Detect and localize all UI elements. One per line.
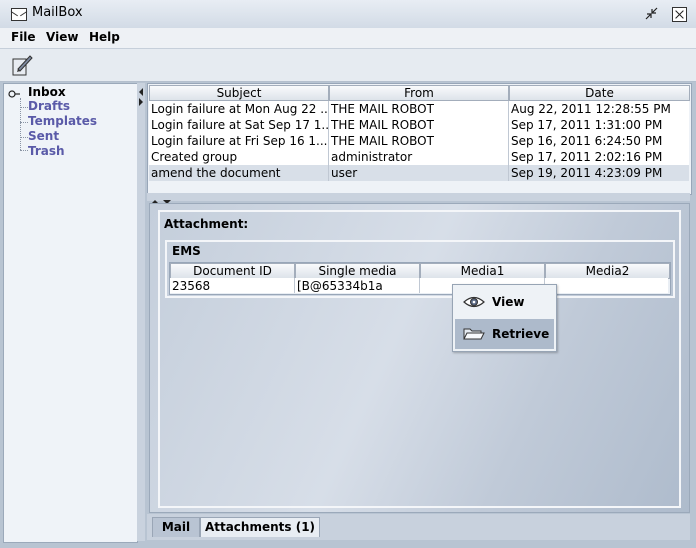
cell-date: Sep 16, 2011 6:24:50 PM xyxy=(511,134,663,148)
column-divider xyxy=(419,278,420,293)
eye-icon xyxy=(463,295,485,309)
tree-item-templates[interactable]: Templates xyxy=(28,114,97,128)
cell-subject: Login failure at Sat Sep 17 1... xyxy=(151,118,329,132)
open-folder-icon xyxy=(463,327,485,341)
cell-date: Sep 17, 2011 2:02:16 PM xyxy=(511,150,663,164)
attachment-frame: Attachment: EMS Document ID Single media… xyxy=(158,210,681,508)
cell-date: Sep 19, 2011 4:23:09 PM xyxy=(511,166,663,180)
retrieve-label: Retrieve xyxy=(492,327,550,341)
cell-media2 xyxy=(545,279,670,293)
column-divider xyxy=(328,101,329,181)
restore-icon[interactable] xyxy=(645,7,658,20)
menu-bar: File View Help xyxy=(0,28,696,49)
close-icon[interactable] xyxy=(672,7,687,22)
menu-view[interactable]: View xyxy=(46,30,78,44)
context-menu-retrieve[interactable]: Retrieve xyxy=(455,319,554,349)
ems-group: EMS Document ID Single media Media1 Medi… xyxy=(165,240,675,298)
table-row[interactable]: Login failure at Fri Sep 16 1... THE MAI… xyxy=(149,133,689,149)
cell-document-id: 23568 xyxy=(172,279,211,293)
column-header-date[interactable]: Date xyxy=(509,85,690,101)
tree-expand-icon[interactable] xyxy=(8,87,20,98)
toolbar xyxy=(0,49,696,82)
ems-label: EMS xyxy=(172,244,201,258)
tab-attachments[interactable]: Attachments (1) xyxy=(200,517,320,537)
attachment-label: Attachment: xyxy=(164,217,249,231)
table-row-selected[interactable]: amend the document user Sep 19, 2011 4:2… xyxy=(149,165,689,181)
context-menu-view[interactable]: View xyxy=(455,287,554,317)
attachment-panel: Attachment: EMS Document ID Single media… xyxy=(149,203,690,513)
tree-connector xyxy=(20,137,28,138)
tree-connector xyxy=(20,107,28,108)
collapse-left-icon[interactable] xyxy=(138,85,144,96)
tree-item-sent[interactable]: Sent xyxy=(28,129,59,143)
tree-connector xyxy=(20,98,21,150)
cell-from: administrator xyxy=(331,150,413,164)
column-header-subject[interactable]: Subject xyxy=(149,85,329,101)
cell-single-media: [B@65334b1a xyxy=(297,279,383,293)
table-row[interactable]: Login failure at Sat Sep 17 1... THE MAI… xyxy=(149,117,689,133)
cell-date: Sep 17, 2011 1:31:00 PM xyxy=(511,118,663,132)
column-header-single-media[interactable]: Single media xyxy=(295,263,420,279)
collapse-up-icon[interactable] xyxy=(151,194,159,204)
expand-down-icon[interactable] xyxy=(163,194,171,204)
column-divider xyxy=(508,101,509,181)
table-row[interactable]: Created group administrator Sep 17, 2011… xyxy=(149,149,689,165)
column-header-media2[interactable]: Media2 xyxy=(545,263,670,279)
cell-date: Aug 22, 2011 12:28:55 PM xyxy=(511,102,671,116)
title-bar: MailBox xyxy=(0,0,696,29)
ems-table: Document ID Single media Media1 Media2 2… xyxy=(169,262,671,295)
tree-item-trash[interactable]: Trash xyxy=(28,144,65,158)
tree-connector xyxy=(20,150,28,151)
tab-mail[interactable]: Mail xyxy=(152,517,200,537)
window-title: MailBox xyxy=(32,5,83,20)
column-header-media1[interactable]: Media1 xyxy=(420,263,545,279)
horizontal-splitter[interactable] xyxy=(147,193,690,204)
view-label: View xyxy=(492,295,525,309)
column-header-from[interactable]: From xyxy=(329,85,509,101)
cell-from: THE MAIL ROBOT xyxy=(331,118,434,132)
cell-subject: Login failure at Fri Sep 16 1... xyxy=(151,134,328,148)
cell-from: THE MAIL ROBOT xyxy=(331,102,434,116)
cell-from: user xyxy=(331,166,358,180)
table-row[interactable]: Login failure at Mon Aug 22 ... THE MAIL… xyxy=(149,101,689,117)
folder-tree: Inbox Drafts Templates Sent Trash xyxy=(3,83,138,543)
context-menu: View Retrieve xyxy=(452,284,557,352)
tab-bar: Mail Attachments (1) xyxy=(147,514,690,540)
column-divider xyxy=(294,278,295,293)
tree-item-inbox[interactable]: Inbox xyxy=(28,85,66,99)
tree-item-drafts[interactable]: Drafts xyxy=(28,99,70,113)
cell-subject: Login failure at Mon Aug 22 ... xyxy=(151,102,329,116)
mail-table: Subject From Date Login failure at Mon A… xyxy=(147,83,692,195)
cell-subject: Created group xyxy=(151,150,238,164)
compose-icon[interactable] xyxy=(10,53,34,77)
mail-envelope-icon xyxy=(11,8,27,21)
menu-help[interactable]: Help xyxy=(89,30,120,44)
cell-from: THE MAIL ROBOT xyxy=(331,134,434,148)
expand-right-icon[interactable] xyxy=(138,95,144,106)
menu-file[interactable]: File xyxy=(11,30,36,44)
tree-connector xyxy=(20,122,28,123)
cell-subject: amend the document xyxy=(151,166,281,180)
vertical-splitter[interactable] xyxy=(137,83,145,541)
column-header-document-id[interactable]: Document ID xyxy=(170,263,295,279)
